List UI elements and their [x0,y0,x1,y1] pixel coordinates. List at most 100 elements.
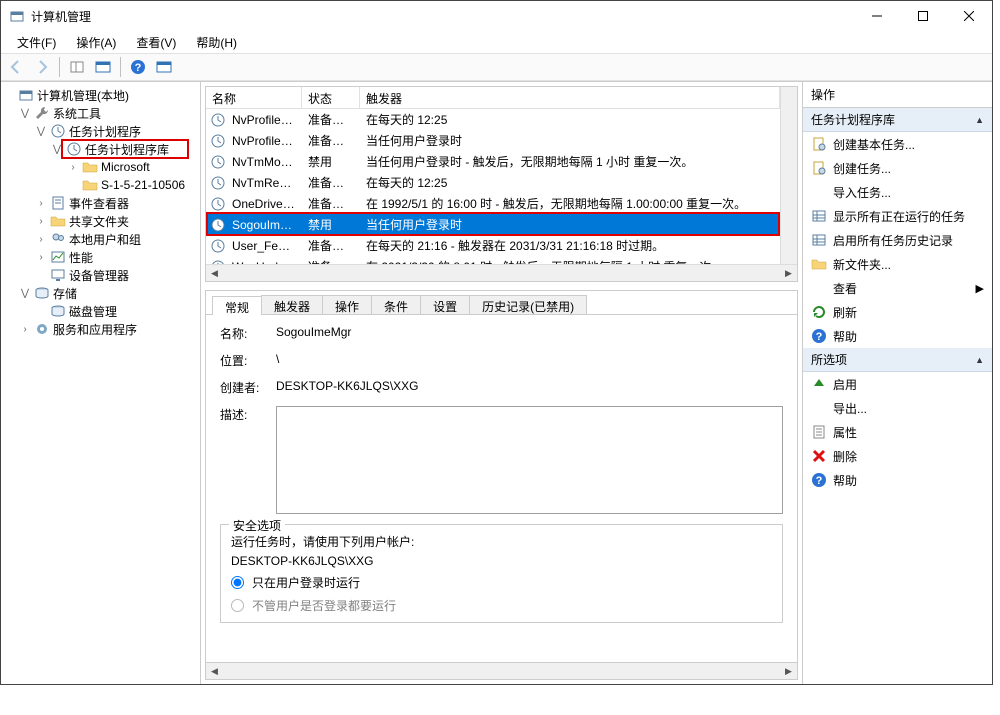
toggle-eventviewer[interactable]: › [35,197,47,209]
toolbar-view-icon[interactable] [153,56,175,78]
task-row[interactable]: OneDrive S...准备就绪在 1992/5/1 的 16:00 时 - … [206,193,780,214]
toggle-perf[interactable]: › [35,251,47,263]
task-name: OneDrive S... [226,197,302,211]
tree-perf[interactable]: 性能 [69,249,93,266]
clock-icon [210,175,226,191]
actions-section-selected[interactable]: 所选项▲ [803,348,992,372]
toggle-users[interactable]: › [35,233,47,245]
tree-scheduler[interactable]: 任务计划程序 [69,123,141,140]
toggle-microsoft[interactable]: › [67,161,79,173]
radio-logged-on[interactable] [231,576,244,589]
tree-systools[interactable]: 系统工具 [53,105,101,122]
toggle-library[interactable]: ⋁ [51,143,63,155]
task-row[interactable]: SogouIme...禁用当任何用户登录时 [206,214,780,235]
task-list-vscroll[interactable] [780,87,797,264]
radio-any[interactable] [231,599,244,612]
blank-icon [811,184,827,200]
tree-shared[interactable]: 共享文件夹 [69,213,129,230]
toggle-scheduler[interactable]: ⋁ [35,125,47,137]
col-trigger[interactable]: 触发器 [360,87,780,108]
shared-icon [50,213,66,229]
action-item[interactable]: 导出... [803,396,992,420]
action-item[interactable]: 帮助 [803,324,992,348]
tree-devmgr[interactable]: 设备管理器 [69,267,129,284]
action-item[interactable]: 启用 [803,372,992,396]
toggle-systools[interactable]: ⋁ [19,107,31,119]
event-icon [50,195,66,211]
help-icon [811,328,827,344]
nav-forward-button[interactable] [31,56,53,78]
task-name: NvTmRep_{... [226,176,302,190]
action-item[interactable]: 显示所有正在运行的任务 [803,204,992,228]
doc-icon [811,160,827,176]
action-label: 启用所有任务历史记录 [833,232,953,249]
task-row[interactable]: NvProfileU...准备就绪在每天的 12:25 [206,109,780,130]
doc-icon [811,136,827,152]
nav-back-button[interactable] [5,56,27,78]
action-item[interactable]: 创建任务... [803,156,992,180]
tab-2[interactable]: 操作 [322,295,372,314]
toggle-storage[interactable]: ⋁ [19,287,31,299]
action-label: 启用 [833,376,857,393]
tree-services[interactable]: 服务和应用程序 [53,321,137,338]
action-item[interactable]: 新文件夹... [803,252,992,276]
minimize-button[interactable] [854,1,900,31]
tree-panel[interactable]: 计算机管理(本地) ⋁ 系统工具 ⋁ 任务计划程序 ⋁ 任务计划程序库 [1,82,201,684]
tab-0[interactable]: 常规 [212,296,262,315]
toolbar-help-icon[interactable] [127,56,149,78]
action-item[interactable]: 帮助 [803,468,992,492]
menu-help[interactable]: 帮助(H) [186,32,247,53]
action-item[interactable]: 创建基本任务... [803,132,992,156]
action-item[interactable]: 启用所有任务历史记录 [803,228,992,252]
titlebar: 计算机管理 [1,1,992,31]
tree-root[interactable]: 计算机管理(本地) [37,87,129,104]
clock-icon [50,123,66,139]
task-row[interactable]: WpsUpdat...准备就绪在 2021/3/30 的 8:01 时 - 触发… [206,256,780,264]
task-row[interactable]: NvTmRep_{...准备就绪在每天的 12:25 [206,172,780,193]
details-hscroll[interactable]: ◀▶ [206,662,797,679]
action-label: 新文件夹... [833,256,891,273]
menu-file[interactable]: 文件(F) [7,32,66,53]
menu-view[interactable]: 查看(V) [126,32,186,53]
task-status: 准备就绪 [302,237,360,254]
tree-eventviewer[interactable]: 事件查看器 [69,195,129,212]
actions-section-library[interactable]: 任务计划程序库▲ [803,108,992,132]
tree-microsoft[interactable]: Microsoft [101,160,150,174]
tree-storage[interactable]: 存储 [53,285,77,302]
desc-box[interactable] [276,406,783,514]
menu-action[interactable]: 操作(A) [66,32,126,53]
toggle-shared[interactable]: › [35,215,47,227]
col-status[interactable]: 状态 [302,87,360,108]
close-button[interactable] [946,1,992,31]
action-label: 查看 [833,280,857,297]
tab-4[interactable]: 设置 [420,295,470,314]
action-item[interactable]: 刷新 [803,300,992,324]
task-rows[interactable]: NvProfileU...准备就绪在每天的 12:25NvProfileU...… [206,109,780,264]
toolbar-panes-icon[interactable] [66,56,88,78]
task-row[interactable]: NvProfileU...准备就绪当任何用户登录时 [206,130,780,151]
toolbar-props-icon[interactable] [92,56,114,78]
tab-5[interactable]: 历史记录(已禁用) [469,295,587,314]
tree-users[interactable]: 本地用户和组 [69,231,141,248]
action-item[interactable]: 导入任务... [803,180,992,204]
menubar: 文件(F) 操作(A) 查看(V) 帮助(H) [1,31,992,53]
task-status: 准备就绪 [302,195,360,212]
action-item[interactable]: 查看▶ [803,276,992,300]
task-row[interactable]: User_Feed_...准备就绪在每天的 21:16 - 触发器在 2031/… [206,235,780,256]
tree-library[interactable]: 任务计划程序库 [85,141,169,158]
task-row[interactable]: NvTmMon_...禁用当任何用户登录时 - 触发后，无限期地每隔 1 小时 … [206,151,780,172]
tab-3[interactable]: 条件 [371,295,421,314]
devmgr-icon [50,267,66,283]
maximize-button[interactable] [900,1,946,31]
tree-sid[interactable]: S-1-5-21-10506 [101,178,185,192]
task-name: SogouIme... [226,218,302,232]
task-trigger: 当任何用户登录时 - 触发后，无限期地每隔 1 小时 重复一次。 [360,153,780,170]
tree-diskmgr[interactable]: 磁盘管理 [69,303,117,320]
toggle-services[interactable]: › [19,323,31,335]
action-item[interactable]: 属性 [803,420,992,444]
action-item[interactable]: 删除 [803,444,992,468]
tab-1[interactable]: 触发器 [261,295,323,314]
toolbar [1,53,992,81]
col-name[interactable]: 名称 [206,87,302,108]
task-list-hscroll[interactable]: ◀▶ [206,264,797,281]
